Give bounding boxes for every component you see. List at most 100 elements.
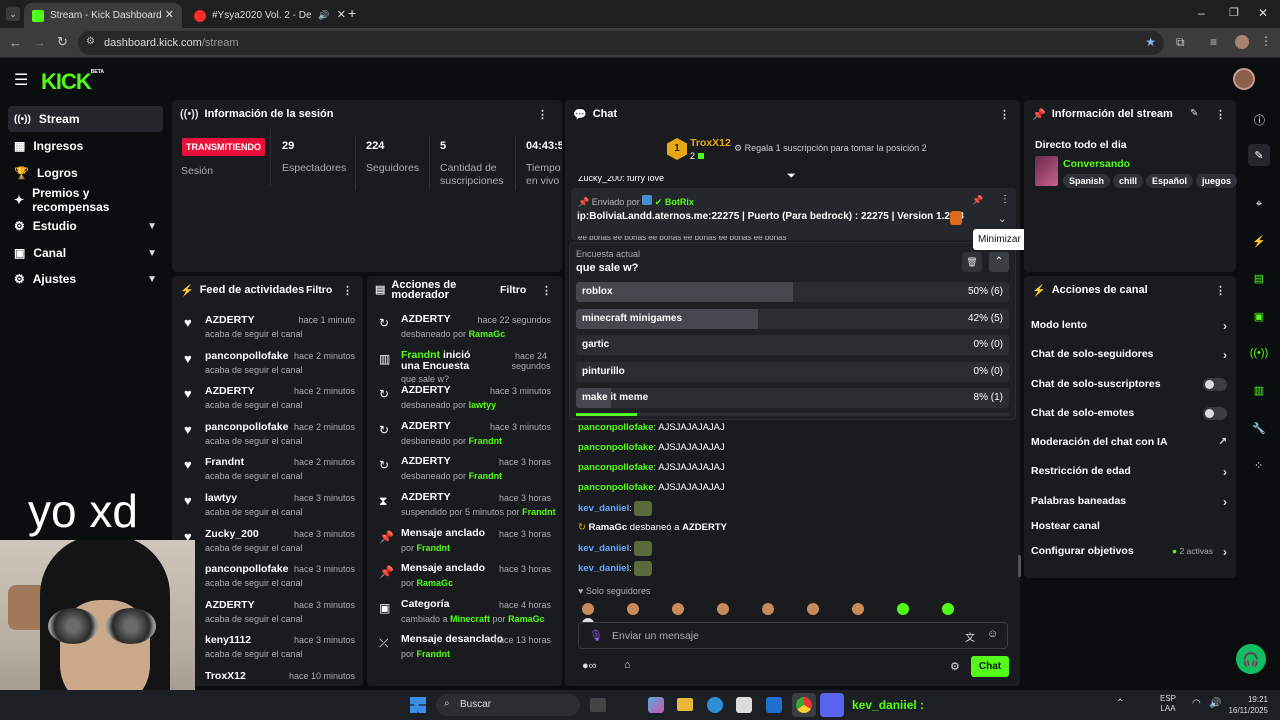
poll-option[interactable]: make it meme 8% (1) [576,388,1009,409]
tab-youtube[interactable]: #Ysya2020 Vol. 2 - De la Ciu 🔊 ✕ [186,3,346,28]
activity-item[interactable]: ♥ AZDERTY acaba de seguir el canal hace 1 m… [172,310,363,346]
activity-username[interactable]: Frandnt [205,456,244,468]
quick-emote-icon[interactable] [852,603,864,615]
activity-item[interactable]: ♥ panconpollofake acaba de seguir el canal… [172,417,363,453]
chat-message[interactable]: panconpollofake: AJSJAJAJAJAJ [578,462,725,473]
category-name[interactable]: Conversando [1063,158,1130,170]
close-tab-icon[interactable]: ✕ [337,8,346,21]
sidebar-item-stream[interactable]: ((•)) Stream [8,106,163,132]
media-controls-icon[interactable]: ≡ [1210,35,1217,49]
activity-item[interactable]: ♥ AZDERTY acaba de seguir el canal hace 2 m… [172,381,363,417]
activity-item[interactable]: ♥AZDERTYacaba de seguir el canalhace 3 m… [172,595,363,631]
system-message[interactable]: ↻ RamaGc desbaneó a AZDERTY [578,522,727,533]
chat-scrollbar[interactable] [1018,555,1021,577]
quick-emote-icon[interactable] [582,603,594,615]
file-explorer-icon[interactable] [677,698,693,711]
activity-item[interactable]: ♥ Frandnt acaba de seguir el canal hace 2 m… [172,452,363,488]
expand-pinned-icon[interactable]: ⌄ [998,214,1006,225]
more-options-icon[interactable]: ⋮ [537,108,548,121]
channel-action-item[interactable]: Chat de solo-seguidores › [1031,348,1227,368]
chrome-taskbar-button[interactable] [792,693,816,717]
activity-item[interactable]: ♥TroxX12hace 10 minutos [172,666,363,686]
activity-username[interactable]: panconpollofake [205,421,288,433]
emote-quick-row[interactable] [582,603,1012,630]
unpin-icon[interactable]: 📌 [972,195,983,206]
tab-kick-dashboard[interactable]: Stream - Kick Dashboard ✕ [24,3,182,28]
chat-settings-icon[interactable]: ⚙ [950,660,960,673]
mod-action-item[interactable]: ↻ AZDERTY desbaneado por lawtyy hace 3 minu… [367,381,562,417]
activity-username[interactable]: lawtyy [205,492,237,504]
bookmark-star-icon[interactable]: ★ [1145,35,1156,49]
minimize-poll-button[interactable]: ⌃ [989,252,1009,272]
filter-button[interactable]: Filtro [306,284,332,296]
more-options-icon[interactable]: ⋮ [1215,108,1226,121]
profile-avatar[interactable] [1235,35,1249,49]
quick-emote-icon[interactable] [672,603,684,615]
chat-message[interactable]: kev_daniiel: [578,561,652,576]
minimize-window-icon[interactable]: – [1198,6,1205,20]
more-options-icon[interactable]: ⋮ [342,284,353,297]
chat-message[interactable]: kev_daniiel: [578,541,652,556]
poll-option[interactable]: minecraft minigames 42% (5) [576,308,1009,329]
quick-emote-icon[interactable] [942,603,954,615]
chat-button[interactable]: ▣ [1248,305,1270,327]
taskbar-search[interactable]: ⌕ Buscar [436,694,580,716]
sidebar-item-premios[interactable]: ✦ Premios y recompensas [8,186,163,214]
discord-icon[interactable] [820,693,844,717]
moderator-button[interactable]: ▥ [1248,379,1270,401]
user-avatar[interactable] [1233,68,1255,90]
activity-username[interactable]: panconpollofake [205,563,288,575]
activity-item[interactable]: ♥ panconpollofake acaba de seguir el canal… [172,346,363,382]
activity-username[interactable]: Zucky_200 [205,528,259,540]
quick-emote-icon[interactable] [897,603,909,615]
maximize-window-icon[interactable]: ❐ [1229,6,1239,19]
support-chat-button[interactable]: 🎧 [1236,644,1266,674]
poll-option[interactable]: roblox 50% (6) [576,282,1009,302]
quick-emote-icon[interactable] [627,603,639,615]
site-info-icon[interactable]: ⚙ [86,36,95,47]
close-window-icon[interactable]: ✕ [1258,6,1268,20]
edge-icon[interactable] [707,697,723,713]
mod-action-item[interactable]: ↻ AZDERTY desbaneado por RamaGc hace 22 seg… [367,310,562,346]
new-tab-icon[interactable]: + [348,5,356,21]
notes-button[interactable]: ▤ [1248,267,1270,289]
app-icon[interactable] [648,697,664,713]
delete-poll-button[interactable]: 🗑 [962,252,982,272]
more-options-icon[interactable]: ⋮ [541,284,552,297]
mic-icon[interactable]: 🎙 [589,629,603,642]
channel-action-item[interactable]: Modo lento › [1031,319,1227,339]
toggle-switch[interactable] [1203,407,1227,420]
volume-icon[interactable]: 🔊 [1209,698,1221,709]
channel-action-item[interactable]: Moderación del chat con IA ↗ [1031,436,1227,456]
channel-action-item[interactable]: Chat de solo-emotes [1031,407,1227,427]
start-icon[interactable] [410,697,426,713]
broadcast-button[interactable]: ((•)) [1248,342,1270,364]
task-view-icon[interactable] [590,698,606,712]
mod-action-item[interactable]: ▣ Categoría cambiado a Minecraft por RamaG… [367,595,562,631]
sidebar-item-logros[interactable]: 🏆 Logros [8,160,163,186]
chat-message[interactable]: kev_daniiel: [578,501,652,516]
infinity-icon[interactable]: ●∞ [582,660,597,672]
pinned-options-icon[interactable]: ⋮ [1000,194,1010,205]
mod-action-item[interactable]: ↻ AZDERTY desbaneado por Frandnt hace 3 hor… [367,452,562,488]
mod-action-item[interactable]: ⧗ AZDERTY suspendido por 5 minutos por Fra… [367,488,562,524]
poll-option[interactable]: pinturillo 0% (0) [576,361,1009,382]
extensions-icon[interactable]: ⧉ [1176,35,1185,50]
tools-button[interactable]: 🔧 [1248,417,1270,439]
channel-action-item[interactable]: Configurar objetivos ● 2 activas › [1031,545,1227,565]
mod-action-item[interactable]: 📌 Mensaje anclado por RamaGc hace 3 horas [367,559,562,595]
channel-action-item[interactable]: Chat de solo-suscriptores [1031,378,1227,398]
mod-action-item[interactable]: ▥ Frandnt inició una Encuesta que sale w? h… [367,346,562,384]
activity-username[interactable]: TroxX12 [205,670,246,682]
mod-action-item[interactable]: 📌 Mensaje anclado por Frandnt hace 3 horas [367,524,562,560]
quick-emote-icon[interactable] [717,603,729,615]
gift-sub-prompt[interactable]: ⚙ Regala 1 suscripción para tomar la pos… [734,143,927,154]
chat-message[interactable]: panconpollofake: AJSJAJAJAJAJ [578,422,725,433]
apps-icon[interactable]: ⁘ [1254,459,1263,472]
channel-action-item[interactable]: Palabras baneadas › [1031,495,1227,515]
activity-username[interactable]: keny1112 [205,634,251,646]
channel-action-item[interactable]: Restricción de edad › [1031,465,1227,485]
mod-action-item[interactable]: ⤫ Mensaje desanclado por Frandnt hace 13 ho… [367,630,562,666]
chat-message[interactable]: panconpollofake: AJSJAJAJAJAJ [578,442,725,453]
clock[interactable]: 19:21 16/11/2025 [1228,694,1268,716]
